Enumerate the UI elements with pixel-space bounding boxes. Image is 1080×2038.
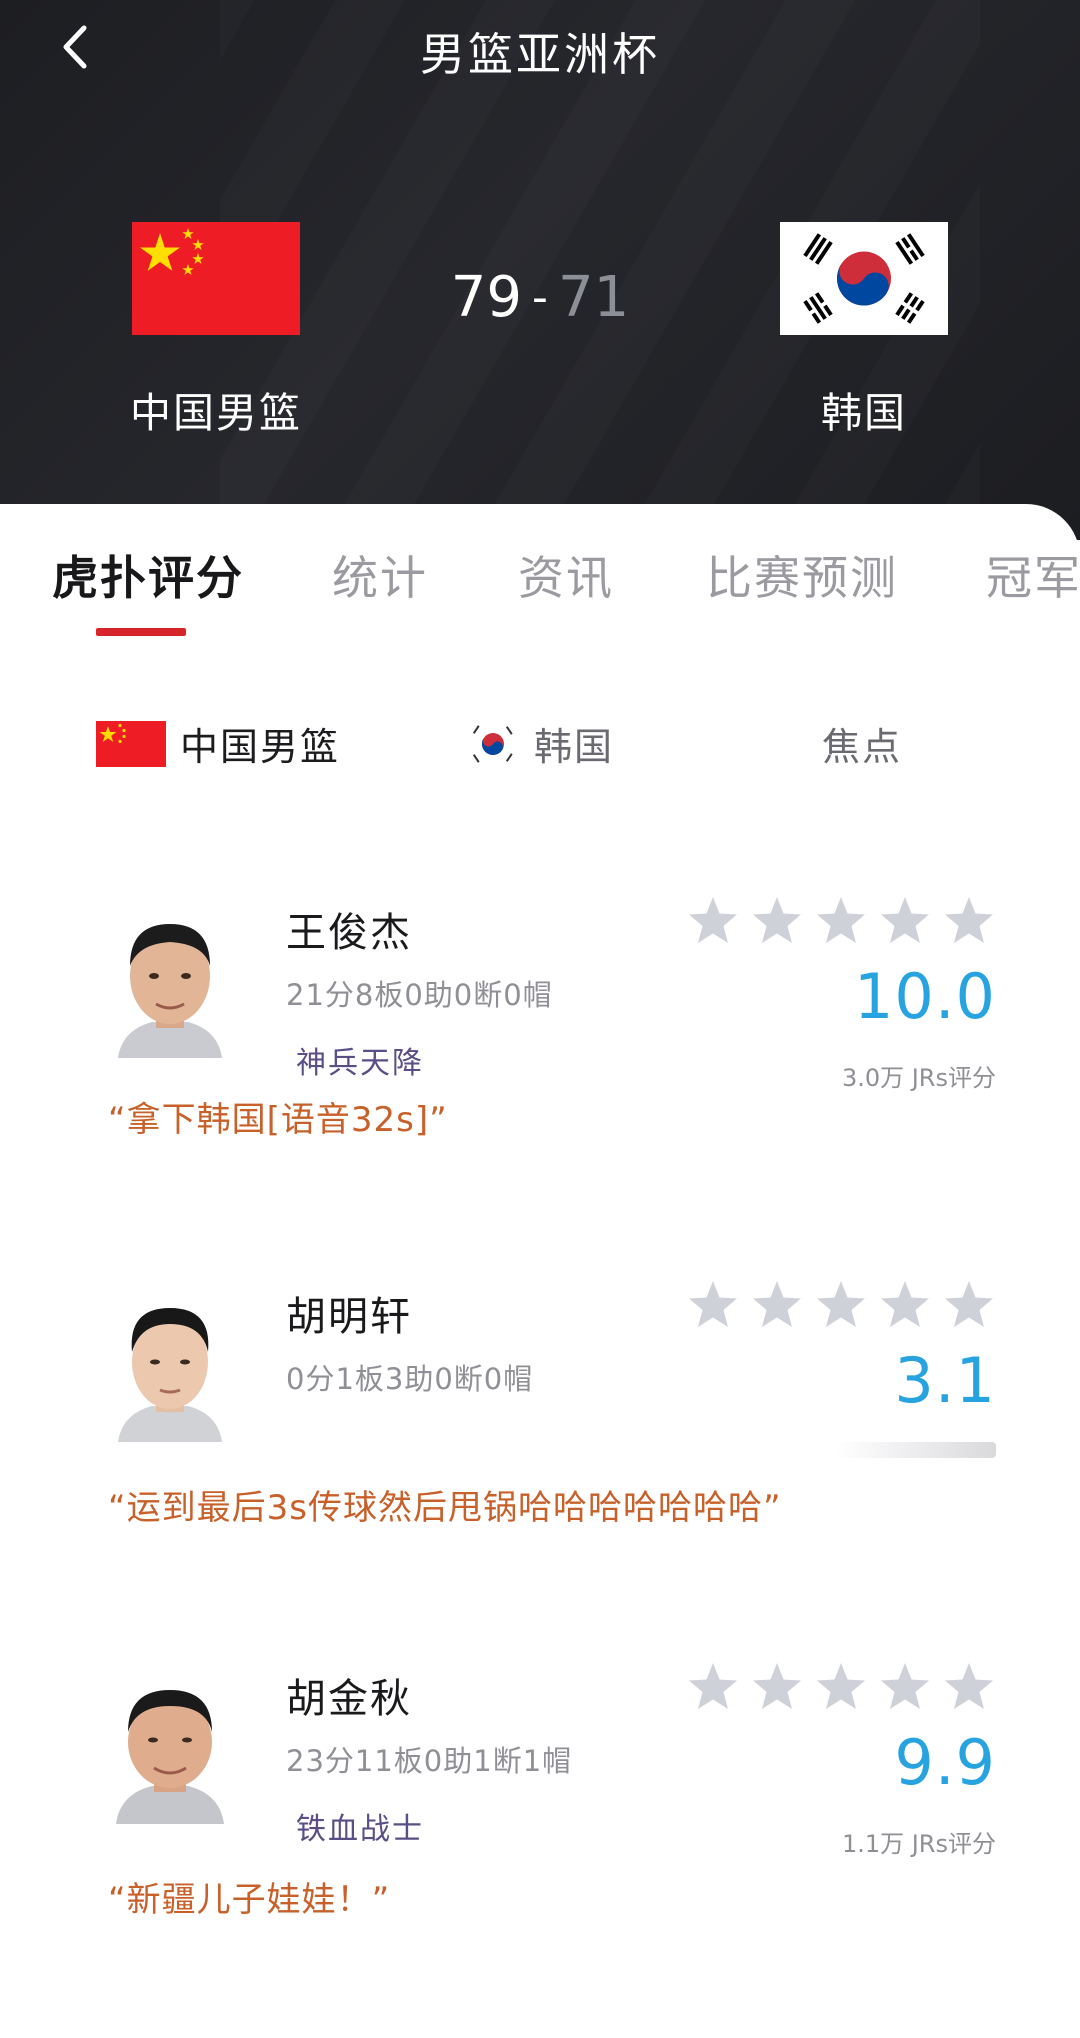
player-avatar	[108, 1676, 232, 1824]
player-stats: 21分8板0助0断0帽	[286, 978, 553, 1012]
player-card[interactable]: 胡明轩 0分1板3助0断0帽 3.1 “运到最后3s传球然后甩锅哈哈哈哈哈哈哈”	[0, 1276, 1080, 1656]
player-stats: 23分11板0助1断1帽	[286, 1744, 573, 1778]
tab-news[interactable]: 资讯	[518, 542, 614, 608]
star-icon[interactable]	[750, 1278, 804, 1332]
player-rating: 3.1	[894, 1344, 996, 1417]
player-card[interactable]: 王俊杰 21分8板0助0断0帽 神兵天降 10.0 3.0万 JRs评分 “拿下…	[0, 892, 1080, 1272]
player-card[interactable]: 胡金秋 23分11板0助1断1帽 铁血战士 9.9 1.1万 JRs评分 “新疆…	[0, 1658, 1080, 2038]
tab-stats[interactable]: 统计	[332, 542, 428, 608]
china-flag-icon	[96, 720, 166, 767]
score-separator: -	[532, 272, 548, 323]
star-icon[interactable]	[814, 1278, 868, 1332]
star-rating[interactable]	[686, 1278, 1006, 1332]
star-icon[interactable]	[750, 1660, 804, 1714]
player-name: 胡明轩	[286, 1294, 412, 1340]
player-name: 王俊杰	[286, 910, 412, 956]
star-icon[interactable]	[942, 894, 996, 948]
korea-flag-icon	[780, 222, 948, 335]
match-header: 男篮亚洲杯 中国男篮 79-71 韩国	[0, 0, 1080, 540]
star-icon[interactable]	[814, 894, 868, 948]
star-icon[interactable]	[878, 1278, 932, 1332]
top-comment[interactable]: “运到最后3s传球然后甩锅哈哈哈哈哈哈哈”	[108, 1480, 782, 1529]
star-icon[interactable]	[942, 1278, 996, 1332]
star-icon[interactable]	[814, 1660, 868, 1714]
star-rating[interactable]	[686, 894, 1006, 948]
star-icon[interactable]	[878, 1660, 932, 1714]
player-avatar	[108, 1294, 232, 1442]
home-score: 79	[450, 265, 523, 330]
home-team[interactable]: 中国男篮	[86, 222, 346, 439]
subtab-korea[interactable]: 韩国	[466, 716, 614, 771]
korea-flag-icon	[466, 720, 520, 767]
content-panel: 虎扑评分 统计 资讯 比赛预测 冠军 中国男篮 韩国 焦点 王俊杰 21分8板0…	[0, 504, 1080, 1927]
rating-count-obscured	[836, 1442, 996, 1458]
team-filter: 中国男篮 韩国 焦点	[0, 716, 1080, 786]
player-name: 胡金秋	[286, 1676, 412, 1722]
subtab-focus[interactable]: 焦点	[808, 716, 902, 771]
star-rating[interactable]	[686, 1660, 1006, 1714]
top-comment[interactable]: “拿下韩国[语音32s]”	[108, 1092, 448, 1141]
player-avatar	[108, 910, 232, 1058]
tab-champion[interactable]: 冠军	[986, 542, 1080, 608]
subtab-label: 韩国	[534, 725, 615, 769]
top-comment[interactable]: “新疆儿子娃娃！”	[108, 1872, 390, 1921]
tab-hupu-rating[interactable]: 虎扑评分	[52, 542, 244, 608]
star-icon[interactable]	[878, 894, 932, 948]
tab-prediction[interactable]: 比赛预测	[706, 542, 898, 608]
rating-count: 1.1万 JRs评分	[841, 1830, 996, 1858]
star-icon[interactable]	[750, 894, 804, 948]
subtab-label: 焦点	[822, 725, 903, 769]
rating-count: 3.0万 JRs评分	[841, 1064, 996, 1092]
player-title: 铁血战士	[296, 1812, 424, 1847]
subtab-label: 中国男篮	[180, 725, 341, 769]
star-icon[interactable]	[686, 1660, 740, 1714]
away-team[interactable]: 韩国	[734, 222, 994, 439]
away-score: 71	[557, 265, 630, 330]
player-rating: 9.9	[894, 1726, 996, 1799]
star-icon[interactable]	[686, 1278, 740, 1332]
tab-bar: 虎扑评分 统计 资讯 比赛预测 冠军	[0, 504, 1080, 654]
away-team-name: 韩国	[821, 389, 907, 437]
player-title: 神兵天降	[296, 1046, 424, 1081]
player-stats: 0分1板3助0断0帽	[286, 1362, 534, 1396]
page-title: 男篮亚洲杯	[419, 28, 660, 81]
home-team-name: 中国男篮	[130, 389, 302, 437]
star-icon[interactable]	[942, 1660, 996, 1714]
player-rating: 10.0	[853, 960, 996, 1033]
star-icon[interactable]	[686, 894, 740, 948]
active-tab-indicator	[96, 628, 186, 636]
subtab-china[interactable]: 中国男篮	[96, 716, 340, 771]
